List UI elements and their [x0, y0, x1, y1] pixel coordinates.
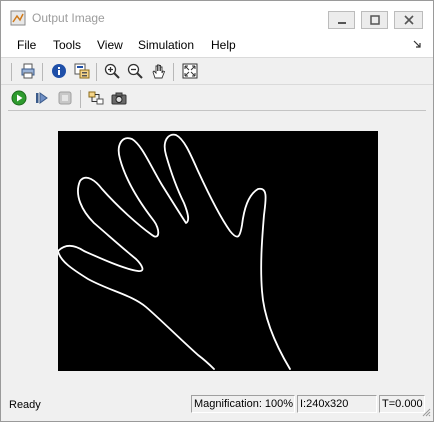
status-image-size: I:240x320 — [297, 395, 377, 413]
maximize-icon — [369, 15, 380, 25]
status-time: T=0.000 — [379, 395, 425, 413]
minimize-icon — [337, 22, 346, 24]
info-button[interactable] — [50, 62, 68, 80]
print-button[interactable] — [19, 62, 37, 80]
properties-button[interactable] — [73, 62, 91, 80]
minimize-button[interactable] — [328, 11, 355, 29]
pan-button[interactable] — [150, 62, 168, 80]
resize-grip-icon[interactable] — [421, 407, 431, 417]
stop-icon — [58, 91, 72, 105]
zoom-in-icon — [104, 63, 120, 79]
snapshot-button[interactable] — [110, 89, 128, 107]
menu-file[interactable]: File — [17, 38, 36, 52]
menu-help[interactable]: Help — [211, 38, 236, 52]
step-forward-button[interactable] — [33, 89, 51, 107]
maximize-button[interactable] — [361, 11, 388, 29]
step-forward-icon — [36, 92, 48, 104]
zoom-in-button[interactable] — [103, 62, 121, 80]
hand-edge-outline — [57, 133, 291, 370]
zoom-out-button[interactable] — [126, 62, 144, 80]
toolbar-divider — [42, 63, 43, 81]
output-image-window: Output Image File Tools View Simulation … — [0, 0, 434, 422]
highlight-block-button[interactable] — [87, 89, 105, 107]
status-bar: Ready Magnification: 100% I:240x320 T=0.… — [1, 393, 433, 421]
menu-bar: File Tools View Simulation Help — [1, 32, 433, 58]
window-title: Output Image — [32, 11, 105, 25]
output-image — [57, 131, 378, 371]
toolbar-divider — [80, 90, 81, 108]
stop-button[interactable] — [56, 89, 74, 107]
run-button[interactable] — [10, 89, 28, 107]
status-ready: Ready — [9, 399, 41, 411]
menu-tools[interactable]: Tools — [53, 38, 81, 52]
menu-view[interactable]: View — [97, 38, 123, 52]
info-icon — [52, 64, 66, 78]
print-icon — [21, 63, 35, 79]
run-icon — [11, 90, 27, 106]
toolbar-divider — [96, 63, 97, 81]
image-canvas[interactable] — [7, 111, 427, 392]
close-button[interactable] — [394, 11, 423, 29]
fit-to-window-button[interactable] — [181, 62, 199, 80]
menu-simulation[interactable]: Simulation — [138, 38, 194, 52]
highlight-block-icon — [88, 91, 104, 105]
properties-icon — [74, 63, 90, 79]
toolbar-divider — [173, 63, 174, 81]
close-icon — [403, 15, 414, 25]
toolbar-view — [1, 57, 433, 86]
pan-hand-icon — [152, 64, 166, 79]
dock-arrow-icon[interactable] — [413, 40, 421, 48]
title-bar[interactable]: Output Image — [1, 1, 433, 32]
status-magnification: Magnification: 100% — [191, 395, 295, 413]
zoom-out-icon — [127, 63, 143, 79]
toolbar-simulation — [1, 84, 433, 113]
toolbar-divider — [11, 63, 12, 81]
fit-to-window-icon — [182, 63, 198, 79]
app-icon — [10, 10, 26, 26]
snapshot-icon — [111, 92, 127, 105]
